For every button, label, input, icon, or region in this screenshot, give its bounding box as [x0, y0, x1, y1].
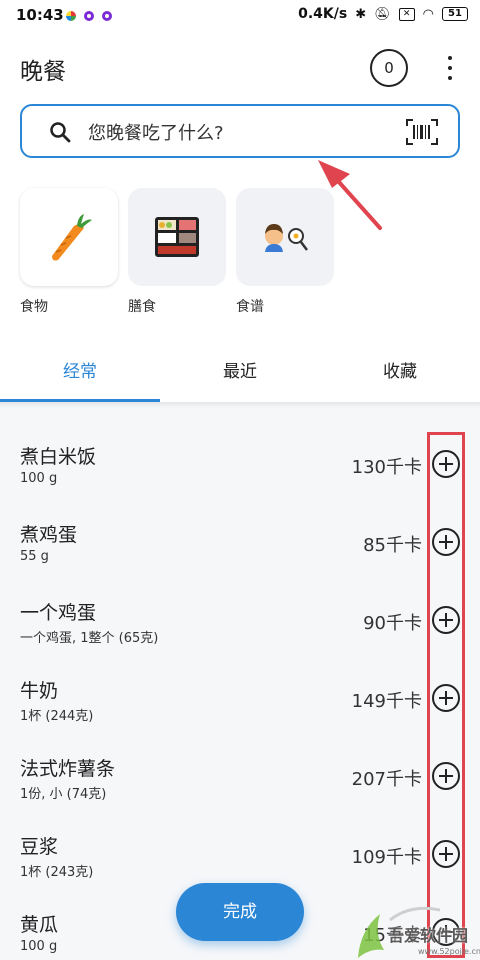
- food-list: 煮白米饭 100 g 130千卡 煮鸡蛋 55 g 85千卡 一个鸡蛋 一个鸡蛋…: [0, 408, 480, 960]
- status-right: 0.4K/s ✱ 🔕︎ ✕ ◠ 51: [298, 6, 468, 22]
- category-row: 食物 膳食 食谱: [20, 188, 336, 316]
- food-calories: 90千卡: [363, 613, 422, 634]
- food-serving: 100 g: [20, 939, 58, 954]
- category-tile[interactable]: [236, 188, 334, 286]
- category-meals[interactable]: 膳食: [128, 188, 228, 316]
- list-item[interactable]: 牛奶 1杯 (244克) 149千卡: [0, 668, 480, 746]
- item-count-badge[interactable]: 0: [370, 49, 408, 87]
- food-name: 一个鸡蛋: [20, 602, 97, 624]
- food-serving: 1杯 (244克): [20, 709, 94, 724]
- food-name: 法式炸薯条: [20, 758, 116, 780]
- food-serving: 1杯 (243克): [20, 865, 94, 880]
- app-notification-icon: [84, 11, 94, 21]
- category-recipes[interactable]: 食谱: [236, 188, 336, 316]
- search-icon: [50, 122, 71, 143]
- status-time: 10:43: [16, 6, 64, 24]
- page-title: 晚餐: [20, 59, 66, 85]
- watermark-text: 吾爱软件园: [388, 926, 469, 945]
- bluetooth-icon: ✱: [355, 6, 367, 22]
- list-item[interactable]: 煮鸡蛋 55 g 85千卡: [0, 512, 480, 590]
- food-serving: 100 g: [20, 471, 58, 486]
- watermark-url: www.52pojie.cn: [418, 947, 480, 956]
- carrot-icon: [52, 214, 92, 261]
- search-placeholder: 您晚餐吃了什么?: [88, 123, 224, 144]
- app-notification-icon: [102, 11, 112, 21]
- cook-icon: [265, 224, 308, 252]
- mute-icon: 🔕︎: [374, 6, 391, 22]
- food-serving: 1份, 小 (74克): [20, 787, 107, 802]
- search-field[interactable]: 您晚餐吃了什么?: [20, 104, 460, 158]
- sim-icon: ✕: [398, 7, 415, 21]
- done-button[interactable]: 完成: [176, 883, 304, 941]
- category-tile[interactable]: [20, 188, 118, 286]
- food-calories: 207千卡: [351, 769, 422, 790]
- app-bar: 晚餐 0: [0, 32, 480, 102]
- food-calories: 149千卡: [351, 691, 422, 712]
- category-food[interactable]: 食物: [20, 188, 120, 316]
- food-calories: 85千卡: [363, 535, 422, 556]
- notification-icons: [66, 11, 112, 21]
- food-serving: 一个鸡蛋, 1整个 (65克): [20, 631, 159, 646]
- food-name: 豆浆: [20, 836, 59, 858]
- category-label: 膳食: [128, 299, 156, 315]
- tab-bar: 经常 最近 收藏: [0, 342, 480, 402]
- food-calories: 109千卡: [351, 847, 422, 868]
- category-label: 食物: [20, 299, 48, 315]
- barcode-scan-icon[interactable]: [406, 119, 438, 145]
- status-bar: 10:43 0.4K/s ✱ 🔕︎ ✕ ◠ 51: [0, 0, 480, 32]
- list-item[interactable]: 法式炸薯条 1份, 小 (74克) 207千卡: [0, 746, 480, 824]
- app-notification-icon: [66, 11, 76, 21]
- category-label: 食谱: [236, 299, 264, 315]
- more-options-icon[interactable]: [442, 56, 458, 80]
- wifi-icon: ◠: [422, 6, 434, 22]
- tab-favorites[interactable]: 收藏: [320, 342, 480, 402]
- food-serving: 55 g: [20, 549, 49, 564]
- food-name: 煮白米饭: [20, 446, 97, 468]
- annotation-highlight-box: [427, 432, 465, 958]
- list-item[interactable]: 一个鸡蛋 一个鸡蛋, 1整个 (65克) 90千卡: [0, 590, 480, 668]
- tab-recent[interactable]: 最近: [160, 342, 320, 402]
- tab-frequent[interactable]: 经常: [0, 342, 160, 402]
- list-item[interactable]: 煮白米饭 100 g 130千卡: [0, 434, 480, 512]
- bento-icon: [155, 217, 199, 257]
- category-tile[interactable]: [128, 188, 226, 286]
- food-name: 牛奶: [20, 680, 59, 702]
- battery-icon: 51: [442, 7, 468, 21]
- food-calories: 130千卡: [351, 457, 422, 478]
- food-name: 煮鸡蛋: [20, 524, 78, 546]
- food-name: 黄瓜: [20, 914, 59, 936]
- network-speed: 0.4K/s: [298, 6, 348, 22]
